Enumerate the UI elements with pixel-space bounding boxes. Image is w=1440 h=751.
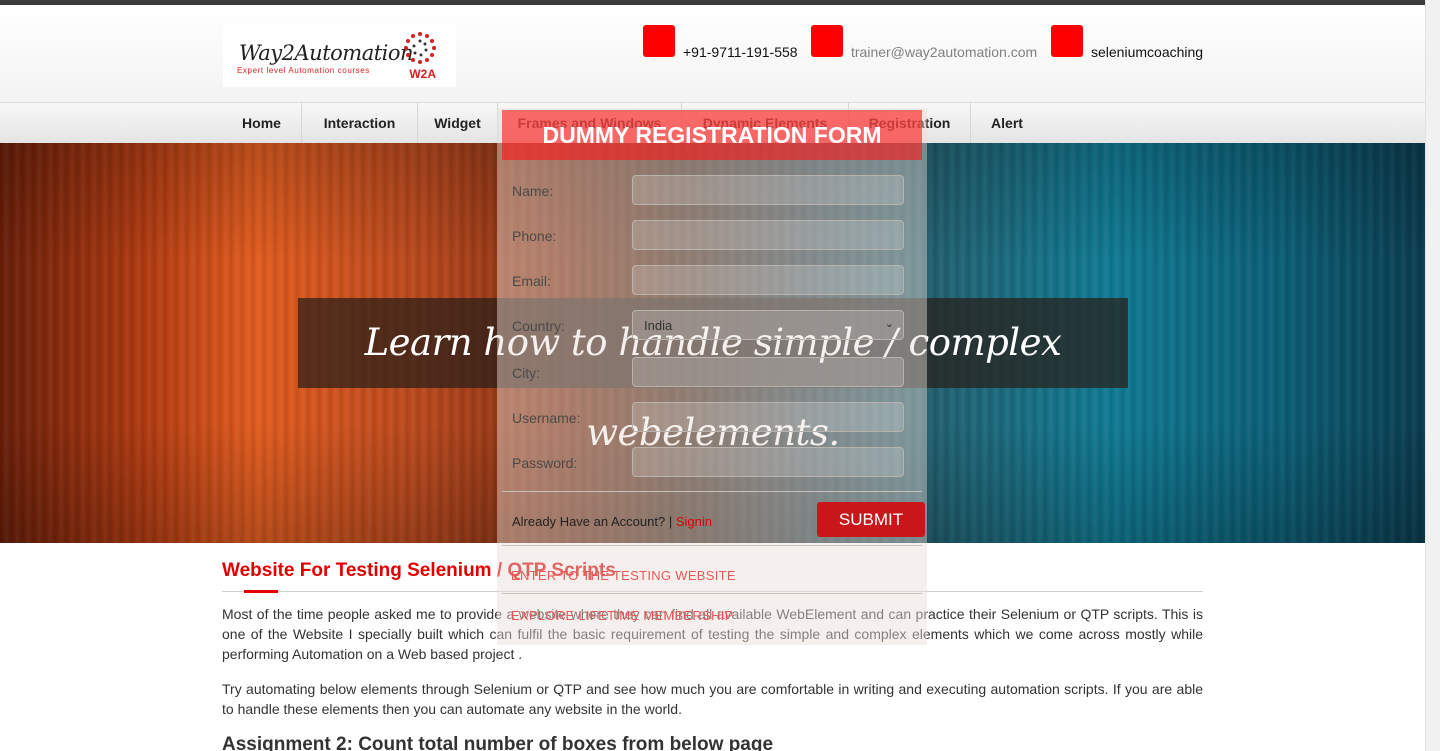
nav-home[interactable]: Home — [222, 103, 302, 143]
phone-label: Phone: — [512, 228, 557, 244]
skype-icon — [1051, 25, 1083, 57]
signin-link[interactable]: Signin — [676, 514, 712, 529]
contact-skype: seleniumcoaching — [1051, 25, 1203, 60]
phone-input[interactable] — [632, 220, 904, 250]
city-label: City: — [512, 365, 540, 381]
modal-title: DUMMY REGISTRATION FORM — [502, 110, 922, 160]
site-logo[interactable]: Way2Automation Expert level Automation c… — [223, 25, 456, 87]
already-account: Already Have an Account? | Signin — [512, 514, 712, 529]
registration-modal: DUMMY REGISTRATION FORM Name: Phone: Ema… — [497, 108, 927, 645]
country-row: Country: India ⌄ — [512, 310, 904, 340]
chevron-down-icon: ⌄ — [884, 318, 894, 330]
contact-email: trainer@way2automation.com — [811, 25, 1037, 60]
contact-phone: +91-9711-191-558 — [643, 25, 798, 60]
phone-row: Phone: — [512, 220, 904, 250]
explore-membership-link[interactable]: EXPLORE LIFETIME MEMBERSHIP — [511, 608, 734, 623]
username-input[interactable] — [632, 402, 904, 432]
skype-text: seleniumcoaching — [1091, 44, 1204, 60]
heading-underline — [244, 590, 278, 593]
divider — [502, 593, 922, 594]
email-link[interactable]: trainer@way2automation.com — [851, 25, 1037, 60]
email-label: Email: — [512, 273, 551, 289]
country-select[interactable]: India ⌄ — [632, 310, 904, 340]
username-row: Username: — [512, 402, 904, 432]
enter-testing-website-link[interactable]: ENTER TO THE TESTING WEBSITE — [511, 568, 736, 583]
password-input[interactable] — [632, 447, 904, 477]
divider — [502, 545, 922, 546]
city-input[interactable] — [632, 357, 904, 387]
phone-text: +91-9711-191-558 — [683, 44, 798, 60]
already-account-text: Already Have an Account? | — [512, 514, 673, 529]
email-row: Email: — [512, 265, 904, 295]
logo-badge: W2A — [409, 67, 436, 81]
name-label: Name: — [512, 183, 554, 199]
phone-icon — [643, 25, 675, 57]
nav-alert[interactable]: Alert — [971, 103, 1043, 143]
assignment-heading: Assignment 2: Count total number of boxe… — [222, 734, 774, 751]
name-row: Name: — [512, 175, 904, 205]
email-icon — [811, 25, 843, 57]
page-scrollbar[interactable] — [1425, 0, 1440, 751]
nav-widget[interactable]: Widget — [418, 103, 498, 143]
password-label: Password: — [512, 455, 578, 471]
site-header: Way2Automation Expert level Automation c… — [0, 5, 1425, 103]
city-row: City: — [512, 357, 904, 387]
logo-tagline: Expert level Automation courses — [237, 66, 370, 75]
email-input[interactable] — [632, 265, 904, 295]
country-label: Country: — [512, 318, 565, 334]
password-row: Password: — [512, 447, 904, 477]
username-label: Username: — [512, 410, 581, 426]
logo-text: Way2Automation — [239, 41, 414, 65]
name-input[interactable] — [632, 175, 904, 205]
nav-interaction[interactable]: Interaction — [302, 103, 418, 143]
instructions-paragraph: Try automating below elements through Se… — [222, 681, 1203, 717]
divider — [502, 491, 922, 492]
submit-button[interactable]: SUBMIT — [817, 502, 925, 537]
country-selected-value: India — [644, 318, 673, 333]
